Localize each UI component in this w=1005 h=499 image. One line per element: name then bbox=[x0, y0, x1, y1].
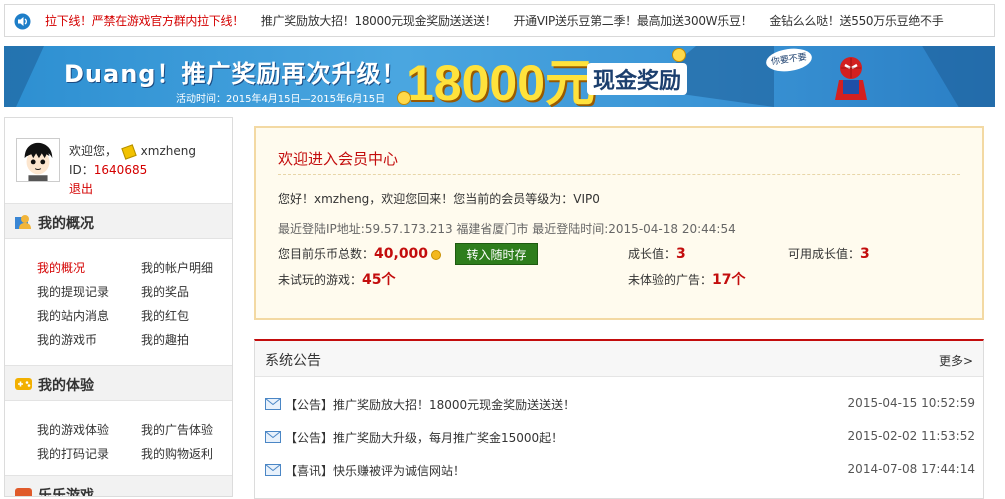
game-icon bbox=[15, 488, 32, 496]
growth-label: 成长值： bbox=[628, 247, 677, 261]
untried-games-label: 未试玩的游戏： bbox=[278, 273, 363, 287]
spiderman-icon bbox=[835, 57, 867, 100]
sidebar-item-account-details[interactable]: 我的帐户明细 bbox=[141, 259, 213, 276]
untried-games-value[interactable]: 45个 bbox=[362, 272, 395, 288]
section-header-games: 乐乐游戏 bbox=[5, 475, 232, 497]
coins-label: 您目前乐币总数： bbox=[278, 247, 375, 261]
section-title: 我的体验 bbox=[38, 378, 94, 394]
sidebar-item-withdraw-records[interactable]: 我的提现记录 bbox=[37, 283, 109, 300]
ticker-item[interactable]: 拉下线！严禁在游戏官方群内拉下线！ bbox=[45, 12, 244, 29]
section-title: 乐乐游戏 bbox=[38, 488, 94, 497]
sidebar-item-shopping-rebate[interactable]: 我的购物返利 bbox=[141, 445, 213, 462]
notice-text[interactable]: 【公告】推广奖励放大招！18000元现金奖励送送送！ bbox=[285, 396, 575, 413]
banner-cash-label: 现金奖励 bbox=[587, 63, 688, 95]
untried-ads-label: 未体验的广告： bbox=[628, 273, 713, 287]
untried-games-row: 未试玩的游戏：45个 bbox=[278, 269, 396, 289]
speaker-icon bbox=[14, 13, 31, 30]
system-notice-panel: 系统公告 更多> 【公告】推广奖励放大招！18000元现金奖励送送送！ 2015… bbox=[254, 339, 984, 499]
user-profile-icon bbox=[15, 215, 31, 229]
notice-time: 2015-02-02 11:53:52 bbox=[847, 429, 975, 443]
banner-dates: 活动时间：2015年4月15日—2015年6月15日 bbox=[176, 94, 386, 105]
envelope-icon bbox=[265, 398, 281, 410]
ticker-item[interactable]: 开通VIP送乐豆第二季！最高加送300W乐豆！ bbox=[513, 12, 752, 29]
sidebar-item-game-coins[interactable]: 我的游戏币 bbox=[37, 331, 97, 348]
sidebar-item-prizes[interactable]: 我的奖品 bbox=[141, 283, 189, 300]
section-title: 我的概况 bbox=[38, 216, 94, 232]
sidebar-item-fun-photos[interactable]: 我的趣拍 bbox=[141, 331, 189, 348]
member-welcome-panel: 欢迎进入会员中心 您好！xmzheng，欢迎您回来！您当前的会员等级为：VIP0… bbox=[254, 126, 984, 320]
envelope-icon bbox=[265, 431, 281, 443]
pencil-icon bbox=[121, 143, 137, 160]
avatar[interactable] bbox=[16, 138, 60, 182]
usable-growth-row: 可用成长值：3 bbox=[788, 245, 870, 262]
sidebar-item-game-experience[interactable]: 我的游戏体验 bbox=[37, 421, 109, 438]
gamepad-icon bbox=[15, 378, 32, 390]
notice-row[interactable]: 【喜讯】快乐赚被评为诚信网站！ 2014-07-08 17:44:14 bbox=[265, 459, 975, 481]
more-link[interactable]: 更多> bbox=[939, 352, 973, 369]
sidebar-item-overview[interactable]: 我的概况 bbox=[37, 259, 85, 276]
id-label: ID： bbox=[69, 163, 94, 177]
notice-title: 系统公告 bbox=[265, 353, 321, 369]
welcome-title: 欢迎进入会员中心 bbox=[278, 150, 399, 168]
announcement-ticker: 拉下线！严禁在游戏官方群内拉下线！ 推广奖励放大招！18000元现金奖励送送送！… bbox=[4, 4, 995, 37]
user-panel: 欢迎您， xmzheng ID：1640685 退出 bbox=[5, 118, 232, 204]
sidebar-item-ad-experience[interactable]: 我的广告体验 bbox=[141, 421, 213, 438]
untried-ads-value[interactable]: 17个 bbox=[712, 272, 745, 288]
section-header-experience: 我的体验 bbox=[5, 365, 232, 401]
id-value: 1640685 bbox=[93, 163, 148, 177]
ticker-item[interactable]: 金钻么么哒！送550万乐豆绝不手 bbox=[769, 12, 943, 29]
coins-value: 40,000 bbox=[374, 246, 429, 262]
last-login-info: 最近登陆IP地址:59.57.173.213 福建省厦门市 最近登陆时间:201… bbox=[278, 222, 736, 236]
notice-row[interactable]: 【公告】推广奖励放大招！18000元现金奖励送送送！ 2015-04-15 10… bbox=[265, 393, 975, 415]
promo-banner[interactable]: Duang！推广奖励再次升级！ 18000元 现金奖励 活动时间：2015年4月… bbox=[4, 46, 995, 107]
coin-icon bbox=[431, 249, 442, 260]
sidebar-item-typing-records[interactable]: 我的打码记录 bbox=[37, 445, 109, 462]
usable-growth-label: 可用成长值： bbox=[788, 247, 861, 261]
notice-time: 2015-04-15 10:52:59 bbox=[847, 396, 975, 410]
ticker-item[interactable]: 推广奖励放大招！18000元现金奖励送送送！ bbox=[261, 12, 497, 29]
convert-to-savings-button[interactable]: 转入随时存 bbox=[455, 243, 538, 265]
envelope-icon bbox=[265, 464, 281, 476]
notice-header: 系统公告 更多> bbox=[255, 341, 983, 377]
untried-ads-row: 未体验的广告：17个 bbox=[628, 269, 746, 289]
usable-growth-value: 3 bbox=[860, 246, 870, 262]
coin-icon bbox=[672, 48, 686, 62]
sidebar: 欢迎您， xmzheng ID：1640685 退出 我的概况 我的概况 我的帐… bbox=[4, 117, 233, 497]
notice-text[interactable]: 【公告】推广奖励大升级，每月推广奖金15000起！ bbox=[285, 429, 563, 446]
notice-text[interactable]: 【喜讯】快乐赚被评为诚信网站！ bbox=[285, 462, 465, 479]
sidebar-item-messages[interactable]: 我的站内消息 bbox=[37, 307, 109, 324]
coin-icon bbox=[397, 91, 411, 105]
welcome-prefix: 欢迎您， bbox=[69, 144, 118, 158]
growth-row: 成长值：3 bbox=[628, 245, 686, 262]
sidebar-item-red-packets[interactable]: 我的红包 bbox=[141, 307, 189, 324]
notice-row[interactable]: 【公告】推广奖励大升级，每月推广奖金15000起！ 2015-02-02 11:… bbox=[265, 426, 975, 448]
banner-headline: Duang！推广奖励再次升级！ bbox=[64, 60, 407, 88]
banner-amount: 18000元 bbox=[406, 55, 596, 107]
growth-value: 3 bbox=[676, 246, 686, 262]
section-header-overview: 我的概况 bbox=[5, 203, 232, 239]
coins-row: 您目前乐币总数：40,000 bbox=[278, 245, 442, 262]
divider bbox=[278, 174, 960, 175]
logout-link[interactable]: 退出 bbox=[69, 182, 93, 196]
username: xmzheng bbox=[140, 144, 196, 158]
welcome-greeting: 您好！xmzheng，欢迎您回来！您当前的会员等级为：VIP0 bbox=[278, 192, 600, 206]
notice-time: 2014-07-08 17:44:14 bbox=[847, 462, 975, 476]
